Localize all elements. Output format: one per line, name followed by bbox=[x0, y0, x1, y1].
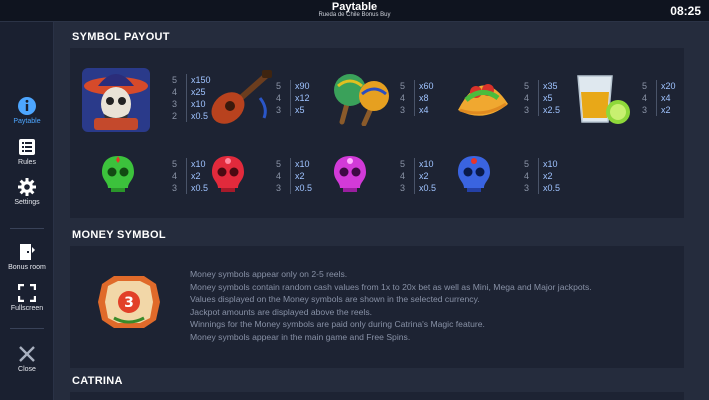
money-symbol-icon: 3 bbox=[94, 274, 164, 335]
sidebar-item-bonus-room[interactable]: Bonus room bbox=[0, 242, 54, 271]
game-subtitle: Rueda de Chile Bonus Buy bbox=[318, 12, 391, 18]
sidebar-item-label: Bonus room bbox=[8, 264, 46, 271]
clock: 08:25 bbox=[670, 4, 701, 18]
tequila-symbol-icon bbox=[572, 70, 632, 133]
money-rule-line: Jackpot amounts are displayed above the … bbox=[190, 306, 373, 317]
sidebar-item-paytable[interactable]: Paytable bbox=[0, 96, 54, 125]
sidebar-item-label: Paytable bbox=[13, 118, 41, 125]
red-skull-symbol-icon bbox=[210, 154, 246, 199]
symbol-pays-purple-skull: 5 x10 4 x2 3 x0.5 bbox=[400, 158, 437, 194]
paytable-content[interactable]: SYMBOL PAYOUT 5x150 4x25 3x10 2x0.5 bbox=[54, 22, 709, 400]
money-symbol-value: 3 bbox=[124, 295, 134, 311]
sidebar-item-label: Rules bbox=[18, 159, 36, 166]
symbol-pays-tequila: 5 x20 4 x4 3 x2 bbox=[642, 80, 676, 116]
money-rule-line: Winnings for the Money symbols are paid … bbox=[190, 319, 485, 330]
skull-mariachi-symbol-icon bbox=[80, 66, 152, 139]
symbol-pays-maracas: 5 x60 4 x8 3 x4 bbox=[400, 80, 434, 116]
blue-skull-symbol-icon bbox=[456, 154, 492, 199]
list-icon bbox=[0, 137, 54, 157]
money-symbol-description: Money symbols appear only on 2-5 reels. … bbox=[190, 268, 592, 344]
section-title-money-symbol: MONEY SYMBOL bbox=[72, 229, 166, 241]
money-symbol-panel: 3 Money symbols appear only on 2-5 reels… bbox=[70, 246, 684, 368]
symbol-pays-red-skull: 5 x10 4 x2 3 x0.5 bbox=[276, 158, 313, 194]
sidebar-item-rules[interactable]: Rules bbox=[0, 137, 54, 166]
sidebar-item-fullscreen[interactable]: Fullscreen bbox=[0, 283, 54, 312]
money-rule-line: Values displayed on the Money symbols ar… bbox=[190, 294, 480, 305]
gear-icon bbox=[0, 177, 54, 197]
sidebar-divider bbox=[10, 228, 44, 229]
money-rule-line: Money symbols contain random cash values… bbox=[190, 281, 592, 292]
symbol-payout-panel: 5 x150 4 x25 3 x10 2 x0.5 5 x90 4 x12 3 x5 bbox=[70, 48, 684, 218]
top-bar: Paytable Rueda de Chile Bonus Buy 08:25 bbox=[0, 0, 709, 22]
sidebar-divider bbox=[10, 328, 44, 329]
close-icon bbox=[0, 344, 54, 364]
symbol-pays-green-skull: 5 x10 4 x2 3 x0.5 bbox=[172, 158, 209, 194]
sidebar: Paytable Rules Settings Bonus room Fulls… bbox=[0, 22, 54, 400]
section-title-catrina: CATRINA bbox=[72, 375, 123, 387]
section-title-symbol-payout: SYMBOL PAYOUT bbox=[72, 31, 170, 43]
sidebar-item-close[interactable]: Close bbox=[0, 344, 54, 373]
info-icon bbox=[0, 96, 54, 116]
symbol-pays-taco: 5 x35 4 x5 3 x2.5 bbox=[524, 80, 561, 116]
bonus-room-icon bbox=[0, 242, 54, 262]
fullscreen-icon bbox=[0, 283, 54, 303]
sidebar-item-label: Settings bbox=[14, 199, 40, 206]
taco-symbol-icon bbox=[452, 70, 512, 131]
purple-skull-symbol-icon bbox=[332, 154, 368, 199]
money-rule-line: Money symbols appear in the main game an… bbox=[190, 331, 411, 342]
sidebar-item-label: Fullscreen bbox=[10, 305, 44, 312]
sidebar-item-settings[interactable]: Settings bbox=[0, 177, 54, 206]
guitar-symbol-icon bbox=[206, 68, 274, 133]
symbol-pays-guitar: 5 x90 4 x12 3 x5 bbox=[276, 80, 310, 116]
green-skull-symbol-icon bbox=[100, 154, 136, 199]
symbol-pays-blue-skull: 5 x10 4 x2 3 x0.5 bbox=[524, 158, 561, 194]
sidebar-item-label: Close bbox=[18, 366, 36, 373]
maracas-symbol-icon bbox=[328, 70, 394, 131]
money-rule-line: Money symbols appear only on 2-5 reels. bbox=[190, 269, 348, 279]
catrina-panel bbox=[70, 392, 684, 400]
symbol-pays-skull-mariachi: 5 x150 4 x25 3 x10 2 x0.5 bbox=[172, 74, 211, 122]
